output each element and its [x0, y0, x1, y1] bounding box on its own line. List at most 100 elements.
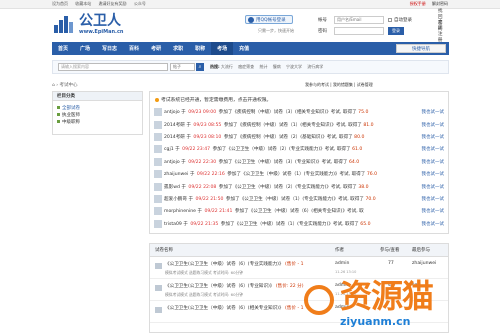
nav-postgrad[interactable]: 考研 [145, 42, 167, 55]
avatar[interactable] [154, 157, 162, 166]
feed-user[interactable]: 孤影wd [164, 185, 180, 190]
exam-title[interactable]: 《公卫卫生(公卫卫生（中级）试卷（6）(专业知识)》 [165, 284, 274, 289]
home-icon[interactable]: ⌂ [52, 83, 55, 88]
col-author: 作者 [335, 248, 344, 253]
feed-user[interactable]: antjojo [164, 110, 180, 115]
exam-price: (售价 - 1 [285, 262, 304, 267]
set-homepage-link[interactable]: 设为首页 [52, 1, 68, 6]
qq-login-button[interactable]: 用QQ帐号登录 [245, 15, 293, 24]
try-it-link[interactable]: 我也试一试 [422, 184, 445, 190]
nav-square[interactable]: 广场 [74, 42, 96, 55]
search-type-select[interactable]: 帖子 [170, 63, 195, 71]
login-button[interactable]: 登录 [388, 26, 404, 35]
nav-home[interactable]: 首页 [52, 42, 74, 55]
nav-jobs[interactable]: 求职 [167, 42, 189, 55]
try-it-link[interactable]: 我也试一试 [422, 109, 445, 115]
feed-user[interactable]: 超爱小鹏哥 [164, 197, 187, 202]
feed-time: 09/22 21:50 [195, 196, 224, 202]
feed-text[interactable]: 参加了《公卫卫生（中级）试卷（1）(专业实践能力)》考试, 取得了 [227, 172, 365, 177]
auto-login-checkbox[interactable] [388, 17, 392, 22]
unlock-password-link[interactable]: 解封密码 [432, 1, 448, 6]
wechat-link[interactable]: 公众号 [134, 1, 146, 6]
bookmark-link[interactable]: 收藏本站 [75, 1, 91, 6]
feed-text[interactable]: 参加了《疾病控制（中级）试卷（2）(基础知识)》考试, 取得了 [224, 135, 353, 140]
top-right-links: 授权手册 解封密码 [405, 1, 448, 7]
feed-user[interactable]: zhaijunwei [164, 172, 188, 177]
search-icon[interactable]: ⌕ [196, 63, 204, 71]
exam-modes[interactable]: 模拟考试模式 选题练习模式 考试时间: 60分钟 [165, 270, 243, 276]
avatar[interactable] [154, 132, 162, 141]
exam-last-user[interactable]: zhaijunwei [412, 261, 436, 266]
nav-title[interactable]: 职称 [189, 42, 211, 55]
invite-link[interactable]: 邀请好友有奖励 [99, 1, 127, 6]
avatar[interactable] [154, 194, 162, 203]
feed-user[interactable]: morphinenine [164, 209, 196, 214]
nav-exam[interactable]: 考场 [211, 42, 234, 55]
hot-item[interactable]: 癌症筛查 [238, 64, 254, 69]
feed-user[interactable]: cgj1 [164, 147, 174, 152]
feed-row: 孤影wd 于 09/22 22:08 参加了《公卫卫生（中级）试卷（2）(专业实… [154, 180, 444, 192]
hot-label: 热搜: [210, 64, 220, 69]
feed-text[interactable]: 参加了《公卫卫生（中级）试卷（2）(专业实践能力)》考试, 取得了 [213, 147, 351, 152]
nav-blog[interactable]: 写日志 [96, 42, 123, 55]
feed-notice[interactable]: 考试系统已经开通，暂定需缴费用，点击开通权限。 [154, 95, 444, 104]
sidebar-item-physician[interactable]: 执业医师 [53, 111, 142, 118]
sidebar-item-intermediate[interactable]: 中级职称 [53, 118, 142, 125]
nav-wiki[interactable]: 百科 [123, 42, 145, 55]
avatar[interactable] [154, 219, 162, 228]
feed-user[interactable]: antjojo [164, 160, 180, 165]
fast-nav-button[interactable]: 快捷导航 [396, 44, 446, 53]
avatar[interactable] [154, 182, 162, 191]
hot-item[interactable]: 统计 [259, 64, 267, 69]
exam-links[interactable]: 我参与的考试 | 我的错题集 | 试卷管理 [305, 82, 373, 88]
try-it-link[interactable]: 我也试一试 [422, 221, 445, 227]
avatar[interactable] [154, 145, 162, 154]
account-input[interactable] [334, 15, 384, 24]
avatar[interactable] [154, 108, 162, 117]
feed-time: 09/22 21:35 [190, 221, 219, 227]
nav-recharge[interactable]: 充值 [233, 42, 255, 55]
feed-user[interactable]: 2014考研 [164, 123, 185, 128]
hot-item[interactable]: 慢病 [273, 64, 281, 69]
feed-time: 09/23 09:00 [188, 110, 217, 116]
feed-row: antjojo 于 09/22 22:30 参加了《公卫卫生（中级）试卷（3）(… [154, 156, 444, 168]
register-link[interactable]: 立即注册 [438, 19, 443, 43]
avatar[interactable] [154, 120, 162, 129]
password-input[interactable] [334, 26, 384, 35]
hot-item[interactable]: 流行病学 [307, 64, 323, 69]
feed-user[interactable]: trista09 [164, 222, 182, 227]
avatar[interactable] [154, 207, 162, 216]
feed-score: 70.0 [365, 196, 376, 202]
exam-title[interactable]: 《公卫卫生(公卫卫生（中级）试卷（6）(相关专业知识)》 [165, 306, 284, 311]
try-it-link[interactable]: 我也试一试 [422, 134, 445, 140]
watermark-text: 资源猫 [340, 277, 434, 315]
feed-score: 75.0 [358, 110, 369, 116]
hot-item[interactable]: 大流行 [221, 64, 233, 69]
sidebar-item-all[interactable]: 全部试卷 [53, 104, 142, 111]
feed-text[interactable]: 参加了《公卫卫生（中级）试卷（3）(专业知识)》考试, 取得了 [219, 160, 348, 165]
search-input[interactable]: 请输入搜索内容 [58, 63, 168, 71]
exam-title[interactable]: 《公卫卫生(公卫卫生（中级）试卷（6）(专业实践能力)》 [165, 262, 284, 267]
feed-text[interactable]: 参加了《公卫卫生（中级）试卷（1）(专业实践能力)》考试, 取得了 [221, 222, 359, 227]
exam-author[interactable]: admin [335, 261, 349, 266]
exam-modes[interactable]: 模拟考试模式 选题练习模式 考试时间: 60分钟 [165, 292, 243, 298]
qq-login-subtitle: 只需一步，快速开始 [258, 28, 294, 33]
try-it-link[interactable]: 我也试一试 [422, 196, 445, 202]
feed-text[interactable]: 参加了《公卫卫生（中级）试卷（2）(专业实践能力)》考试, 取得了 [219, 185, 357, 190]
feed-text[interactable]: 参加了《公卫卫生（中级）试卷（6）(相关专业知识)》考试, 取 [235, 209, 364, 214]
try-it-link[interactable]: 我也试一试 [422, 208, 445, 214]
try-it-link[interactable]: 我也试一试 [422, 146, 445, 152]
site-logo[interactable]: 公卫人 www.EpiMan.cn [52, 13, 123, 35]
feed-text[interactable]: 参加了《疾病控制（中级）试卷（3）(相关专业知识)》考试, 取得了 [219, 110, 357, 115]
try-it-link[interactable]: 我也试一试 [422, 171, 445, 177]
feed-score: 76.0 [366, 172, 378, 178]
feed-text[interactable]: 参加了《疾病控制（中级）试卷（1）(相关专业知识)》考试, 取得了 [224, 123, 362, 128]
feed-row: 超爱小鹏哥 于 09/22 21:50 参加了《公卫卫生（中级）试卷（1）(专业… [154, 193, 444, 205]
auth-manual-link[interactable]: 授权手册 [410, 1, 426, 6]
try-it-link[interactable]: 我也试一试 [422, 122, 445, 128]
try-it-link[interactable]: 我也试一试 [422, 159, 445, 165]
feed-user[interactable]: 2014考研 [164, 135, 185, 140]
hot-item[interactable]: 宁波大学 [286, 64, 302, 69]
feed-text[interactable]: 参加了《公卫卫生（中级）试卷（1）(专业实践能力)》考试, 取得了 [226, 197, 364, 202]
avatar[interactable] [154, 170, 162, 179]
